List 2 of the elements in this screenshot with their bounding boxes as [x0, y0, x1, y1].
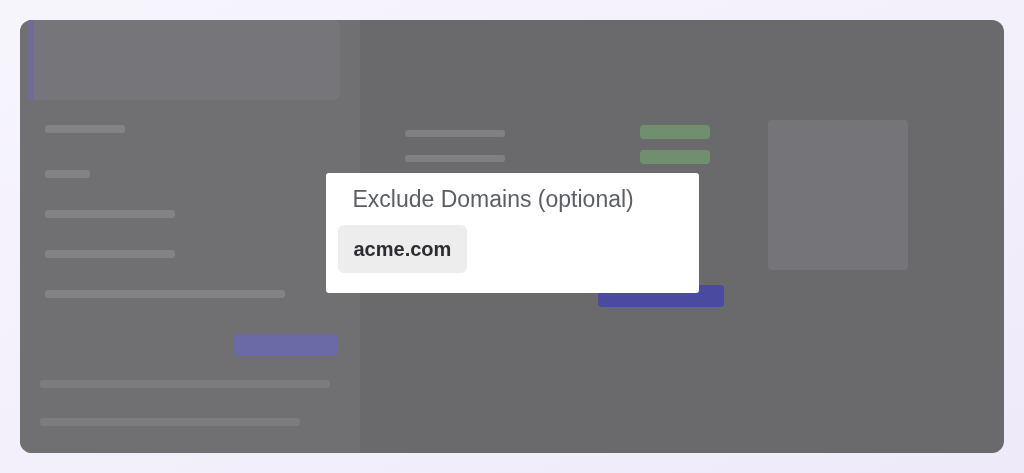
popup-title: Exclude Domains (optional): [351, 184, 635, 213]
domain-chip: acme.com: [337, 224, 468, 273]
